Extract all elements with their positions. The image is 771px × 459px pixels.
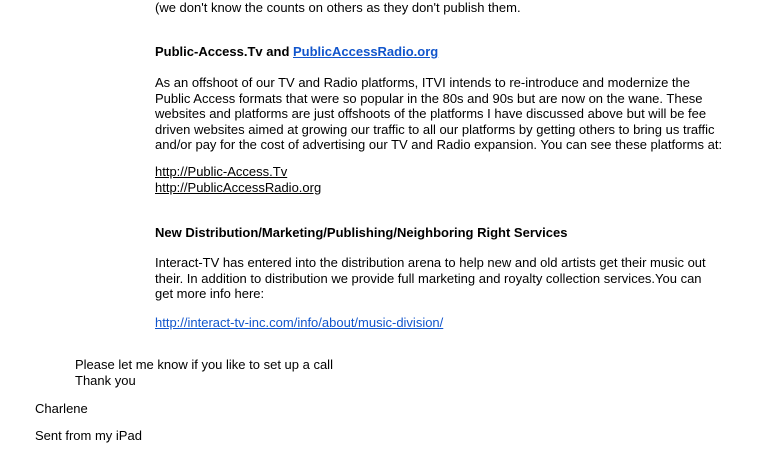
distribution-heading-text: New Distribution/Marketing/Publishing/Ne… xyxy=(155,225,568,240)
paragraph-line: Public Access formats that were so popul… xyxy=(155,90,703,106)
paragraph-line: As an offshoot of our TV and Radio platf… xyxy=(155,75,690,90)
signature-name: Charlene xyxy=(35,401,88,416)
paragraph-line: and/or pay for the cost of advertising o… xyxy=(155,137,723,152)
paragraph-line: driven websites aimed at growing our tra… xyxy=(155,121,715,137)
paragraph-line: Interact-TV has entered into the distrib… xyxy=(155,255,706,270)
public-access-tv-link[interactable]: http://Public-Access.Tv xyxy=(155,164,287,179)
intro-text: (we don't know the counts on others as t… xyxy=(155,0,521,15)
distribution-heading: New Distribution/Marketing/Publishing/Ne… xyxy=(155,225,567,241)
public-access-heading: Public-Access.Tv and PublicAccessRadio.o… xyxy=(155,44,438,60)
public-access-heading-text: Public-Access.Tv and xyxy=(155,44,293,59)
paragraph-line: their. In addition to distribution we pr… xyxy=(155,270,702,286)
sent-from-text: Sent from my iPad xyxy=(35,428,142,443)
music-division-link[interactable]: http://interact-tv-inc.com/info/about/mu… xyxy=(155,315,443,330)
paragraph-line: get more info here: xyxy=(155,286,265,301)
public-access-links: http://Public-Access.Tv http://PublicAcc… xyxy=(155,164,321,195)
distribution-link-block: http://interact-tv-inc.com/info/about/mu… xyxy=(155,315,443,331)
closing-line: Thank you xyxy=(75,372,136,388)
signature: Charlene xyxy=(35,401,88,417)
distribution-paragraph: Interact-TV has entered into the distrib… xyxy=(155,255,706,302)
public-access-paragraph: As an offshoot of our TV and Radio platf… xyxy=(155,75,722,153)
closing-line: Please let me know if you like to set up… xyxy=(75,357,333,372)
public-access-radio-heading-link[interactable]: PublicAccessRadio.org xyxy=(293,44,438,59)
public-access-radio-link[interactable]: http://PublicAccessRadio.org xyxy=(155,180,321,195)
sent-from-footer: Sent from my iPad xyxy=(35,428,142,444)
closing-block: Please let me know if you like to set up… xyxy=(75,357,333,388)
paragraph-line: websites and platforms are just offshoot… xyxy=(155,106,707,121)
intro-line: (we don't know the counts on others as t… xyxy=(155,0,521,16)
